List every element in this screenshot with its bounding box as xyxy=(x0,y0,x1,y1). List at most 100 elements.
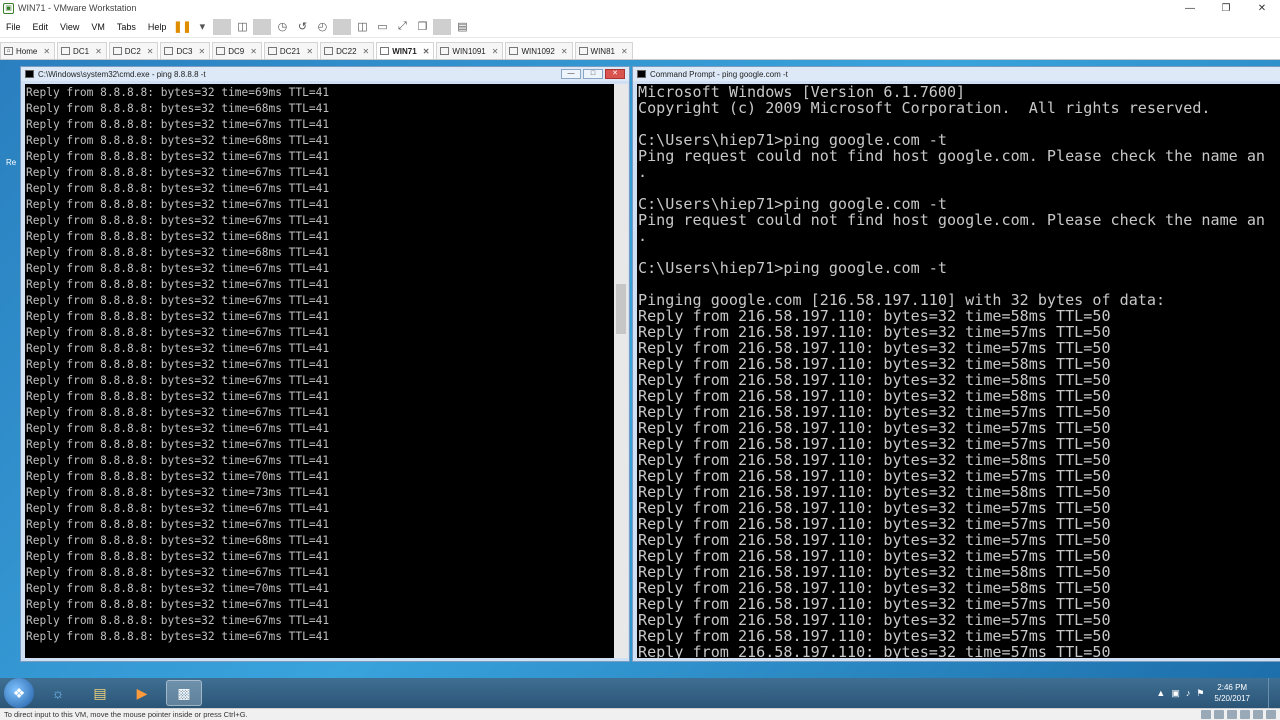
tab-close-icon[interactable]: ✕ xyxy=(492,47,499,56)
sound-icon[interactable] xyxy=(1253,710,1263,719)
window-titlebar[interactable]: ▣ WIN71 - VMware Workstation — ❐ ✕ xyxy=(0,0,1280,16)
snapshot-icon[interactable]: ◷ xyxy=(273,19,291,35)
fullscreen-icon[interactable]: ⤢ xyxy=(393,19,411,35)
tab-win81[interactable]: WIN81 ✕ xyxy=(574,42,633,59)
cmd-icon xyxy=(637,70,646,78)
console-output[interactable]: Reply from 8.8.8.8: bytes=32 time=69ms T… xyxy=(25,84,615,658)
tab-close-icon[interactable]: ✕ xyxy=(95,47,102,56)
unity-icon[interactable]: ❐ xyxy=(413,19,431,35)
vertical-scrollbar[interactable] xyxy=(614,84,628,658)
tab-close-icon[interactable]: ✕ xyxy=(423,47,430,56)
maximize-icon[interactable]: □ xyxy=(583,69,603,79)
menu-edit[interactable]: Edit xyxy=(27,22,55,32)
hard-disk-icon[interactable] xyxy=(1201,710,1211,719)
network-adapter-icon[interactable] xyxy=(1227,710,1237,719)
console-view-icon[interactable]: ▤ xyxy=(453,19,471,35)
console-line: Reply from 8.8.8.8: bytes=32 time=67ms T… xyxy=(26,566,330,579)
cmd-taskbar-icon[interactable]: ▩ xyxy=(166,680,202,706)
action-center-flag-icon[interactable]: ⚑ xyxy=(1196,688,1204,699)
send-ctrl-alt-del-icon[interactable]: ◫ xyxy=(233,19,251,35)
tab-home[interactable]: ⌂ Home ✕ xyxy=(0,42,56,59)
snapshot-manager-icon[interactable]: ◴ xyxy=(313,19,331,35)
menu-tabs[interactable]: Tabs xyxy=(111,22,142,32)
restore-icon[interactable]: ❐ xyxy=(1208,0,1244,16)
tab-win1092[interactable]: WIN1092 ✕ xyxy=(505,42,573,59)
tab-label: DC2 xyxy=(124,46,141,56)
window-title: WIN71 - VMware Workstation xyxy=(18,3,137,13)
network-icon[interactable]: ▣ xyxy=(1171,688,1180,699)
vm-icon xyxy=(380,47,390,55)
cmd-window-titlebar[interactable]: Command Prompt - ping google.com -t xyxy=(633,67,1280,81)
tab-win71[interactable]: WIN71 ✕ xyxy=(376,42,435,59)
console-line: Reply from 8.8.8.8: bytes=32 time=67ms T… xyxy=(26,406,330,419)
tab-label: WIN1091 xyxy=(452,46,486,56)
show-desktop-button[interactable] xyxy=(1268,678,1280,708)
console-line: Reply from 8.8.8.8: bytes=32 time=67ms T… xyxy=(26,150,330,163)
menu-view[interactable]: View xyxy=(54,22,85,32)
dropdown-arrow-icon[interactable]: ▾ xyxy=(193,19,211,35)
vmware-status-bar: To direct input to this VM, move the mou… xyxy=(0,708,1280,720)
tray-clock[interactable]: 2:46 PM 5/20/2017 xyxy=(1214,682,1250,704)
message-icon[interactable] xyxy=(1266,710,1276,719)
minimize-icon[interactable]: — xyxy=(1172,0,1208,16)
tab-close-icon[interactable]: ✕ xyxy=(561,47,568,56)
console-line: Reply from 216.58.197.110: bytes=32 time… xyxy=(638,483,1111,501)
tab-dc1[interactable]: DC1 ✕ xyxy=(57,42,107,59)
cmd-window-ping-8888[interactable]: C:\Windows\system32\cmd.exe - ping 8.8.8… xyxy=(20,66,630,662)
start-button-windows-icon[interactable]: ❖ xyxy=(4,678,34,708)
volume-icon[interactable]: ♪ xyxy=(1186,688,1191,698)
vm-icon xyxy=(509,47,519,55)
console-line: Reply from 216.58.197.110: bytes=32 time… xyxy=(638,323,1111,341)
cmd-window-titlebar[interactable]: C:\Windows\system32\cmd.exe - ping 8.8.8… xyxy=(21,67,629,81)
console-line: Reply from 216.58.197.110: bytes=32 time… xyxy=(638,419,1111,437)
tab-dc22[interactable]: DC22 ✕ xyxy=(320,42,375,59)
device-status-icons xyxy=(1198,710,1276,719)
console-line: Reply from 216.58.197.110: bytes=32 time… xyxy=(638,403,1111,421)
menu-file[interactable]: File xyxy=(0,22,27,32)
internet-explorer-icon[interactable]: ☼ xyxy=(40,680,76,706)
console-line: Reply from 8.8.8.8: bytes=32 time=67ms T… xyxy=(26,390,330,403)
tab-dc21[interactable]: DC21 ✕ xyxy=(263,42,319,59)
console-output[interactable]: Microsoft Windows [Version 6.1.7600] Copy… xyxy=(637,84,1280,658)
tab-close-icon[interactable]: ✕ xyxy=(250,47,257,56)
console-line: Reply from 8.8.8.8: bytes=32 time=67ms T… xyxy=(26,278,330,291)
console-line: Reply from 8.8.8.8: bytes=32 time=73ms T… xyxy=(26,486,330,499)
tab-close-icon[interactable]: ✕ xyxy=(199,47,206,56)
menu-vm[interactable]: VM xyxy=(85,22,111,32)
vm-icon xyxy=(61,47,71,55)
thumbnail-view-icon[interactable]: ▭ xyxy=(373,19,391,35)
console-line: Reply from 8.8.8.8: bytes=32 time=70ms T… xyxy=(26,470,330,483)
tab-dc3[interactable]: DC3 ✕ xyxy=(160,42,211,59)
console-line: Reply from 216.58.197.110: bytes=32 time… xyxy=(638,515,1111,533)
scrollbar-thumb[interactable] xyxy=(616,284,626,334)
file-explorer-icon[interactable]: ▤ xyxy=(82,680,118,706)
console-line: Reply from 216.58.197.110: bytes=32 time… xyxy=(638,627,1111,645)
library-view-icon[interactable]: ◫ xyxy=(353,19,371,35)
tab-close-icon[interactable]: ✕ xyxy=(147,47,154,56)
cmd-window-ping-google[interactable]: Command Prompt - ping google.com -t Micr… xyxy=(632,66,1280,662)
close-icon[interactable]: ✕ xyxy=(605,69,625,79)
usb-icon[interactable] xyxy=(1240,710,1250,719)
pause-icon[interactable]: ❚❚ xyxy=(173,19,191,35)
menu-bar: File Edit View VM Tabs Help ❚❚ ▾ ◫ ◷ ↺ ◴… xyxy=(0,16,1280,38)
tab-dc9[interactable]: DC9 ✕ xyxy=(212,42,262,59)
desktop-icon-label[interactable]: Re xyxy=(6,158,16,167)
menu-help[interactable]: Help xyxy=(142,22,173,32)
console-line: C:\Users\hiep71>ping google.com -t xyxy=(638,131,947,149)
tab-close-icon[interactable]: ✕ xyxy=(306,47,313,56)
tab-dc2[interactable]: DC2 ✕ xyxy=(108,42,159,59)
guest-taskbar: ❖ ☼ ▤ ▶ ▩ ▲ ▣ ♪ ⚑ 2:46 PM 5/20/2017 xyxy=(0,678,1280,708)
tab-win1091[interactable]: WIN1091 ✕ xyxy=(436,42,504,59)
tab-close-icon[interactable]: ✕ xyxy=(621,47,628,56)
cd-drive-icon[interactable] xyxy=(1214,710,1224,719)
revert-snapshot-icon[interactable]: ↺ xyxy=(293,19,311,35)
console-line: Reply from 216.58.197.110: bytes=32 time… xyxy=(638,547,1111,565)
show-hidden-icons-icon[interactable]: ▲ xyxy=(1156,688,1165,698)
minimize-icon[interactable]: — xyxy=(561,69,581,79)
tab-close-icon[interactable]: ✕ xyxy=(363,47,370,56)
close-icon[interactable]: ✕ xyxy=(1244,0,1280,16)
clock-time: 2:46 PM xyxy=(1217,683,1248,692)
tab-close-icon[interactable]: ✕ xyxy=(43,47,50,56)
media-player-icon[interactable]: ▶ xyxy=(124,680,160,706)
